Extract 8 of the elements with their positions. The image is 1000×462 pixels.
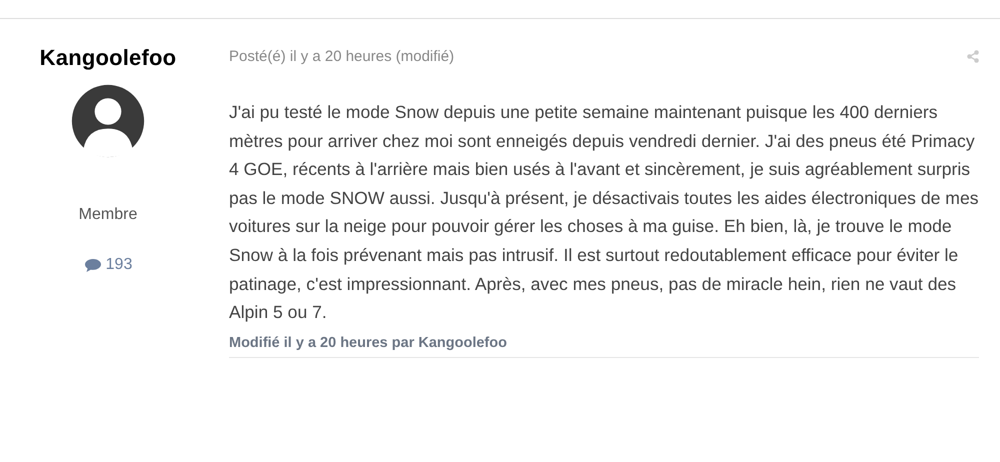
post-text: J'ai pu testé le mode Snow depuis une petite semaine maintenant puisque les 400 derniers mètres pour arriver chez moi sont enneigés depuis vendredi dernier. J'ai des pneus été Primacy 4 GOE, récents à l'arrière mais bien usés à l'avant et sincèrement, je suis agréablement surpris pas le mode SNOW aussi. Jusqu'à présent, je désactivais toutes les aides électroniques de mes voitures sur la neige pour pouvoir gérer les choses à ma guise. Eh bien, là, je trouve le mode Snow à la fois prévenant mais pas intrusif. Il est surtout redoutablement efficace pour éviter le patinage, c'est impressionnant. Après, avec mes pneus, pas de miracle hein, rien ne vaut des Alpin 5 ou 7. bbox=[229, 101, 979, 324]
speech-bubble-icon bbox=[84, 258, 102, 272]
member-role: Membre bbox=[78, 206, 138, 224]
post-count: 193 bbox=[106, 256, 132, 274]
author-name[interactable]: Kangoolefoo bbox=[40, 45, 176, 71]
avatar[interactable] bbox=[70, 83, 146, 159]
post-date[interactable]: Posté(é) il y a 20 heures (modifié) bbox=[229, 48, 454, 65]
edit-note: Modifié il y a 20 heures par Kangoolefoo bbox=[229, 334, 508, 351]
